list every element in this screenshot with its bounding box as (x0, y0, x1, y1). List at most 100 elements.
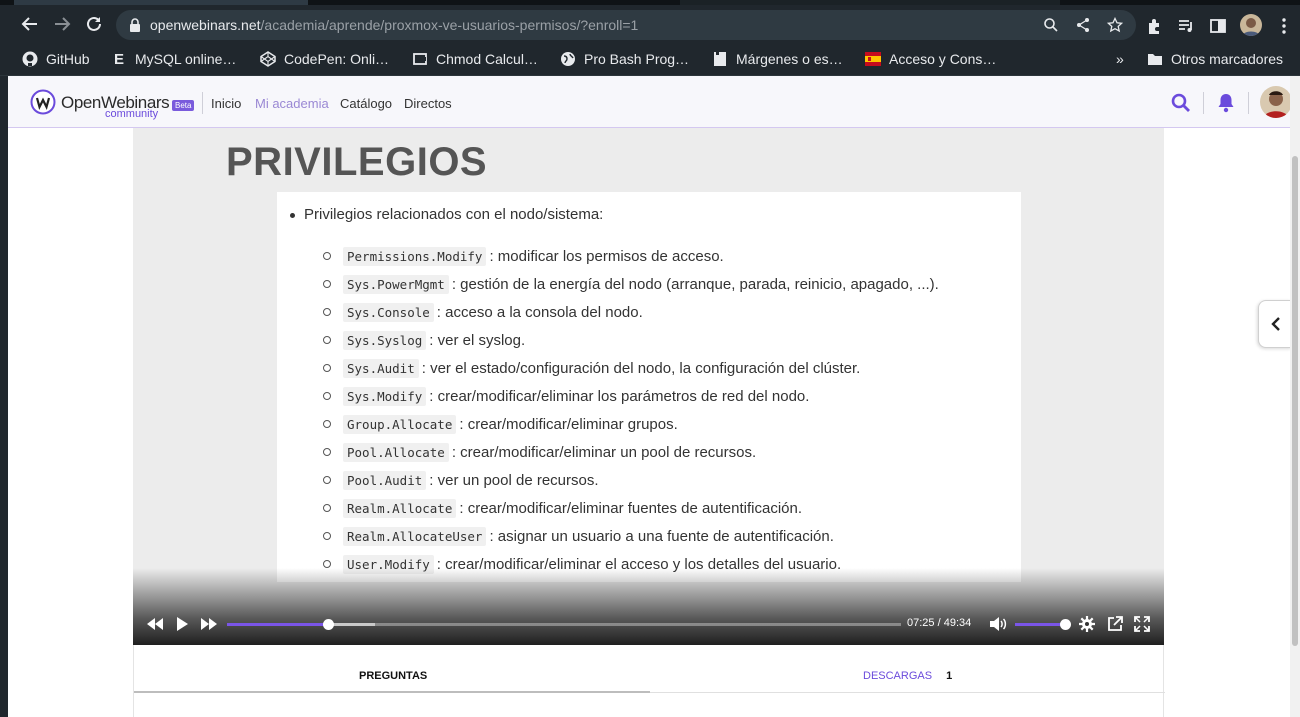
tab-preguntas[interactable]: PREGUNTAS (359, 670, 427, 682)
privilege-code: Realm.Allocate (343, 498, 457, 518)
notifications-bell-icon[interactable] (1216, 93, 1236, 113)
privilege-code: Realm.AllocateUser (343, 526, 487, 546)
popout-icon[interactable] (1105, 614, 1125, 634)
window-edge (0, 76, 8, 717)
beta-badge: Beta (172, 100, 195, 111)
bookmark-codepen[interactable]: CodePen: Onli… (260, 50, 389, 68)
other-bookmarks-folder[interactable]: Otros marcadores (1147, 50, 1283, 68)
progress-played (227, 623, 329, 626)
fullscreen-icon[interactable] (1132, 614, 1152, 634)
slide-content: Privilegios relacionados con el nodo/sis… (277, 192, 1021, 582)
settings-gear-icon[interactable] (1077, 614, 1097, 634)
tab-divider (650, 692, 1165, 693)
privilege-item: Sys.Audit: ver el estado/configuración d… (323, 354, 939, 382)
bookmark-star-icon[interactable] (1106, 16, 1124, 34)
e-letter-icon: E (113, 50, 124, 68)
logo-subtitle: community (105, 108, 159, 120)
progress-handle[interactable] (323, 619, 335, 630)
slide-main-bullet: Privilegios relacionados con el nodo/sis… (289, 206, 603, 223)
privilege-code: Sys.Console (343, 302, 434, 322)
back-icon[interactable] (18, 12, 42, 36)
privilege-item: Sys.Modify: crear/modificar/eliminar los… (323, 382, 939, 410)
media-control-icon[interactable] (1176, 16, 1196, 36)
lock-icon[interactable] (128, 17, 142, 33)
scrollbar-thumb[interactable] (1292, 156, 1298, 646)
downloads-count: 1 (946, 670, 953, 682)
volume-level (1015, 623, 1065, 626)
privilege-item: Pool.Allocate: crear/modificar/eliminar … (323, 438, 939, 466)
privilege-code: Group.Allocate (343, 414, 457, 434)
bookmark-pro-bash[interactable]: Pro Bash Prog… (560, 50, 689, 68)
privilege-code: Pool.Allocate (343, 442, 449, 462)
zoom-icon[interactable] (1042, 16, 1060, 34)
privilege-code: Sys.Syslog (343, 330, 427, 350)
privilege-description: : crear/modificar/eliminar los parámetro… (429, 387, 810, 405)
privilege-item: Sys.Syslog: ver el syslog. (323, 326, 939, 354)
privilege-item: Realm.AllocateUser: asignar un usuario a… (323, 522, 939, 550)
privilege-item: Group.Allocate: crear/modificar/eliminar… (323, 410, 939, 438)
slide-title: PRIVILEGIOS (226, 140, 488, 184)
nav-mi-academia[interactable]: Mi academia (255, 96, 329, 111)
privilege-description: : acceso a la consola del nodo. (436, 303, 643, 321)
active-tab-underline (134, 691, 650, 693)
fast-forward-icon[interactable] (199, 614, 219, 634)
video-player[interactable]: PRIVILEGIOS Privilegios relacionados con… (133, 128, 1164, 645)
more-bookmarks-button[interactable]: » (1116, 50, 1124, 68)
kebab-menu-icon[interactable] (1274, 16, 1294, 36)
chmod-icon (412, 51, 428, 67)
privilege-description: : gestión de la energía del nodo (arranq… (451, 275, 939, 293)
volume-handle[interactable] (1060, 619, 1071, 630)
privileges-list: Permissions.Modify: modificar los permis… (323, 242, 939, 578)
globe-icon (560, 51, 576, 67)
privilege-description: : ver el estado/configuración del nodo, … (421, 359, 861, 377)
bookmark-acceso[interactable]: Acceso y Cons… (865, 50, 996, 68)
site-header: OpenWebinars community Beta Inicio Mi ac… (8, 76, 1292, 128)
user-avatar[interactable] (1260, 86, 1292, 118)
privilege-code: Sys.Modify (343, 386, 427, 406)
privilege-description: : asignar un usuario a una fuente de aut… (489, 527, 834, 545)
tab-descargas[interactable]: DESCARGAS 1 (863, 670, 952, 682)
spain-flag-icon (865, 51, 881, 67)
bookmark-chmod[interactable]: Chmod Calcul… (412, 50, 538, 68)
extensions-icon[interactable] (1145, 16, 1165, 36)
nav-catalogo[interactable]: Catálogo (340, 96, 392, 111)
tab-strip (0, 0, 1300, 5)
privilege-item: Sys.Console: acceso a la consola del nod… (323, 298, 939, 326)
profile-avatar-icon[interactable] (1240, 14, 1262, 36)
side-panel-toggle[interactable] (1258, 300, 1292, 348)
url-text[interactable]: openwebinars.net/academia/aprende/proxmo… (150, 17, 638, 33)
volume-slider[interactable] (1015, 619, 1071, 630)
privilege-description: : ver un pool de recursos. (429, 471, 599, 489)
privilege-code: Sys.PowerMgmt (343, 274, 449, 294)
share-icon[interactable] (1074, 16, 1092, 34)
browser-toolbar: openwebinars.net/academia/aprende/proxmo… (0, 0, 1300, 42)
page-scrollbar[interactable] (1290, 76, 1300, 717)
nav-inicio[interactable]: Inicio (211, 96, 241, 111)
bookmark-margenes[interactable]: Márgenes o es… (712, 50, 843, 68)
play-icon[interactable] (172, 614, 192, 634)
nav-directos[interactable]: Directos (404, 96, 452, 111)
bookmark-mysql[interactable]: E MySQL online… (111, 50, 236, 68)
time-display: 07:25 / 49:34 (907, 617, 972, 629)
rewind-icon[interactable] (145, 614, 165, 634)
search-icon[interactable] (1171, 93, 1191, 113)
progress-bar[interactable] (227, 619, 901, 630)
openwebinars-logo-icon[interactable] (30, 89, 56, 115)
privilege-description: : crear/modificar/eliminar grupos. (459, 415, 678, 433)
side-panel-icon[interactable] (1208, 16, 1228, 36)
privilege-code: Pool.Audit (343, 470, 427, 490)
page-icon (712, 51, 728, 67)
volume-icon[interactable] (988, 614, 1008, 634)
codepen-icon (260, 51, 276, 67)
forward-icon[interactable] (50, 12, 74, 36)
privilege-description: : modificar los permisos de acceso. (489, 247, 724, 265)
bookmark-github[interactable]: GitHub (22, 50, 90, 68)
reload-icon[interactable] (82, 12, 106, 36)
privilege-item: Pool.Audit: ver un pool de recursos. (323, 466, 939, 494)
address-bar[interactable]: openwebinars.net/academia/aprende/proxmo… (116, 10, 1136, 40)
header-divider (1248, 92, 1249, 114)
privilege-description: : crear/modificar/eliminar fuentes de au… (459, 499, 803, 517)
header-divider (1203, 92, 1204, 114)
privilege-description: : ver el syslog. (429, 331, 526, 349)
privilege-code: Permissions.Modify (343, 246, 487, 266)
